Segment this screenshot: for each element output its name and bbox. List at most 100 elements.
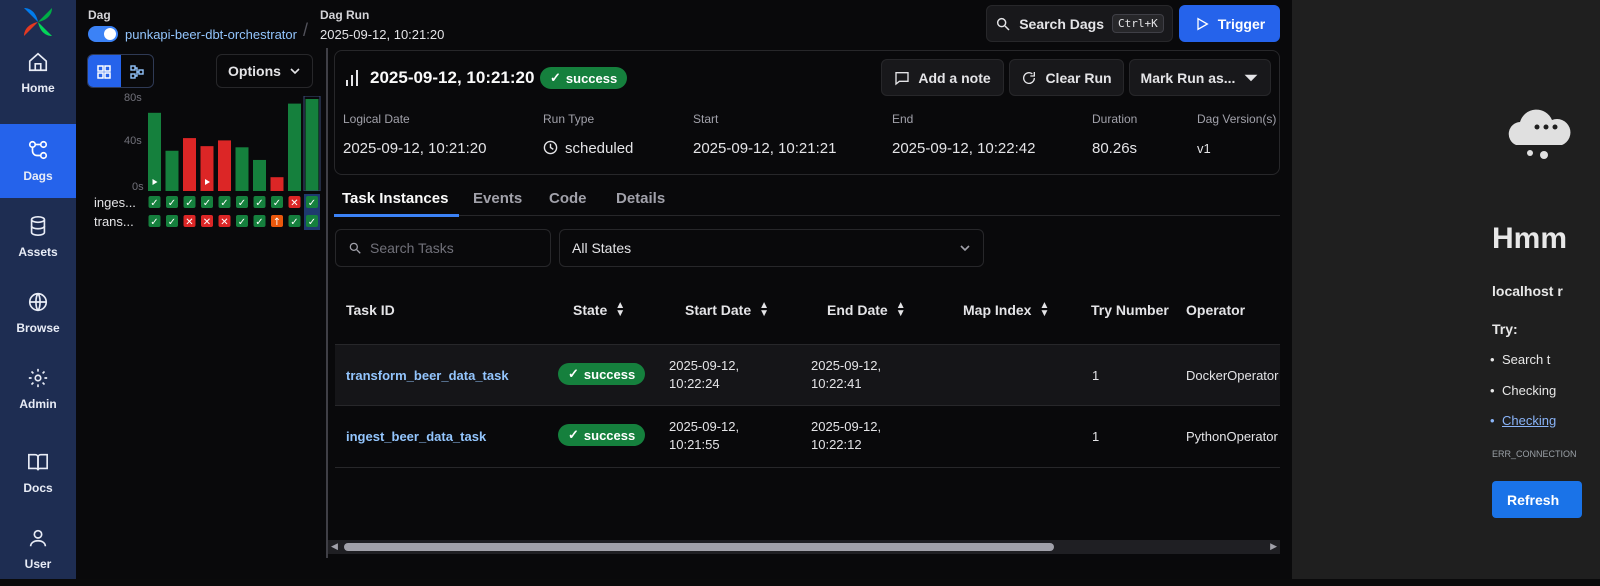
column-header-end-date[interactable]: End Date ▲ ▼ bbox=[827, 301, 906, 319]
start-date-line2: 10:21:55 bbox=[669, 437, 720, 452]
column-header-label: Operator bbox=[1186, 302, 1246, 318]
connection-error-page: Hmm localhost r Try: Search t Checking C… bbox=[1292, 0, 1600, 579]
task-instance-cell[interactable]: ✓ bbox=[166, 215, 178, 228]
nav-dags[interactable]: Dags bbox=[0, 124, 76, 198]
trigger-button[interactable]: Trigger bbox=[1179, 5, 1280, 42]
task-state-grid: ✓ ✓ ✓ ✓ ✓ ✓ ✓ ✓ ✕ ✓ ✓ ✓ ✕ ✕ ✕ ✓ ✓ ↑ ✓ ✓ bbox=[148, 194, 320, 230]
task-instance-cell[interactable]: ✓ bbox=[271, 196, 283, 209]
column-header-start-date[interactable]: Start Date ▲ ▼ bbox=[685, 301, 769, 319]
column-header-task-id[interactable]: Task ID bbox=[346, 302, 395, 318]
nav-browse[interactable]: Browse bbox=[0, 276, 76, 350]
nav-user[interactable]: User bbox=[0, 512, 76, 586]
airflow-logo-icon[interactable] bbox=[20, 4, 56, 40]
task-instance-cell[interactable]: ✓ bbox=[166, 196, 178, 209]
task-instance-cell[interactable]: ✓ bbox=[236, 215, 248, 228]
task-instance-cell[interactable]: ✕ bbox=[288, 196, 301, 209]
dag-pause-toggle[interactable] bbox=[88, 26, 118, 42]
nav-assets-label: Assets bbox=[18, 245, 58, 259]
mark-run-as-button[interactable]: Mark Run as... bbox=[1129, 59, 1271, 96]
graph-icon bbox=[130, 65, 144, 79]
refresh-button[interactable]: Refresh bbox=[1492, 481, 1582, 518]
tab-code[interactable]: Code bbox=[549, 190, 587, 207]
nav-home[interactable]: Home bbox=[0, 36, 76, 110]
panel-resize-handle[interactable] bbox=[326, 48, 328, 558]
task-instance-cell[interactable]: ✓ bbox=[218, 196, 231, 209]
svg-text:✓: ✓ bbox=[203, 198, 211, 209]
nav-home-label: Home bbox=[21, 81, 55, 95]
column-header-map-index[interactable]: Map Index ▲ ▼ bbox=[963, 301, 1049, 319]
meta-dag-version-label: Dag Version(s) bbox=[1197, 112, 1277, 126]
task-label-ingest[interactable]: inges... bbox=[94, 195, 136, 210]
svg-text:✓: ✓ bbox=[308, 217, 316, 228]
run-duration-bar[interactable] bbox=[165, 150, 179, 191]
task-instance-cell[interactable]: ✓ bbox=[201, 196, 213, 209]
table-row[interactable]: ingest_beer_data_task ✓ success 2025-09-1… bbox=[335, 406, 1280, 468]
options-button[interactable]: Options bbox=[216, 54, 313, 88]
task-instance-cell[interactable]: ✓ bbox=[183, 196, 196, 209]
task-instance-cell[interactable]: ✓ bbox=[148, 215, 161, 228]
graph-view-button[interactable] bbox=[121, 55, 154, 87]
grid-view-button[interactable] bbox=[88, 55, 121, 87]
task-instance-cell[interactable]: ✕ bbox=[183, 215, 196, 228]
airflow-app: Home Dags Assets Browse Admin Docs User … bbox=[0, 0, 1290, 579]
meta-duration-value: 80.26s bbox=[1092, 140, 1138, 157]
task-state-badge: ✓ success bbox=[558, 363, 646, 385]
run-duration-bar[interactable] bbox=[270, 177, 284, 191]
add-note-button[interactable]: Add a note bbox=[881, 59, 1004, 96]
run-duration-bar[interactable] bbox=[235, 147, 249, 191]
column-header-operator[interactable]: Operator bbox=[1186, 302, 1245, 318]
task-id-link[interactable]: transform_beer_data_task bbox=[346, 367, 509, 385]
run-duration-bar[interactable] bbox=[288, 103, 301, 191]
duration-bar-chart bbox=[148, 96, 321, 191]
run-duration-bar[interactable] bbox=[305, 99, 319, 191]
suggestion-link[interactable]: Checking bbox=[1490, 413, 1556, 428]
run-duration-bar[interactable] bbox=[253, 159, 266, 191]
run-duration-bar[interactable] bbox=[148, 112, 161, 191]
task-instance-cell[interactable]: ✕ bbox=[218, 215, 231, 228]
horizontal-scrollbar[interactable]: ◀ ▶ bbox=[328, 540, 1280, 554]
search-dags-button[interactable]: Search Dags Ctrl+K bbox=[986, 5, 1173, 42]
search-tasks-input[interactable]: Search Tasks bbox=[335, 229, 551, 267]
operator: DockerOperator bbox=[1186, 368, 1279, 383]
breadcrumb-dag-name[interactable]: punkapi-beer-dbt-orchestrator bbox=[125, 27, 297, 42]
task-instance-cell[interactable]: ✓ bbox=[236, 196, 248, 209]
scroll-right-arrow-icon[interactable]: ▶ bbox=[1270, 541, 1277, 552]
run-duration-bar[interactable] bbox=[183, 138, 196, 191]
task-instance-cell[interactable]: ✓ bbox=[306, 196, 318, 209]
column-header-state[interactable]: State ▲ ▼ bbox=[573, 301, 625, 319]
state-filter-select[interactable]: All States bbox=[559, 229, 984, 267]
task-instance-cell[interactable]: ✕ bbox=[201, 215, 213, 228]
task-instance-cell[interactable]: ✓ bbox=[288, 215, 301, 228]
refresh-icon bbox=[1023, 71, 1036, 84]
start-date-line1: 2025-09-12, bbox=[669, 358, 740, 373]
column-header-label: Try Number bbox=[1091, 302, 1169, 318]
svg-text:✓: ✓ bbox=[168, 198, 176, 209]
nav-assets[interactable]: Assets bbox=[0, 200, 76, 274]
tab-events[interactable]: Events bbox=[473, 190, 522, 207]
nav-docs[interactable]: Docs bbox=[0, 436, 76, 510]
nav-admin[interactable]: Admin bbox=[0, 352, 76, 426]
clear-run-button[interactable]: Clear Run bbox=[1009, 59, 1124, 96]
error-host-text: localhost r bbox=[1492, 283, 1563, 299]
task-instance-cell[interactable]: ✓ bbox=[306, 215, 318, 228]
meta-end-value: 2025-09-12, 10:22:42 bbox=[892, 140, 1036, 157]
task-instance-cell[interactable]: ↑ bbox=[271, 215, 283, 228]
scroll-left-arrow-icon[interactable]: ◀ bbox=[331, 541, 338, 552]
task-instance-cell[interactable]: ✓ bbox=[148, 196, 161, 209]
svg-text:✓: ✓ bbox=[255, 198, 263, 209]
meta-start-label: Start bbox=[693, 112, 719, 126]
task-label-transform[interactable]: trans... bbox=[94, 214, 134, 229]
tab-task-instances[interactable]: Task Instances bbox=[342, 190, 448, 207]
column-header-try-number[interactable]: Try Number bbox=[1091, 302, 1169, 318]
run-duration-bar[interactable] bbox=[218, 140, 231, 191]
table-row[interactable]: transform_beer_data_task ✓ success 2025-0… bbox=[335, 344, 1280, 406]
nav-browse-label: Browse bbox=[16, 321, 60, 335]
task-id-link[interactable]: ingest_beer_data_task bbox=[346, 428, 486, 446]
run-duration-bar[interactable] bbox=[200, 146, 214, 191]
breadcrumb-dag-label: Dag bbox=[88, 8, 111, 22]
task-instance-cell[interactable]: ✓ bbox=[253, 215, 266, 228]
tab-details[interactable]: Details bbox=[616, 190, 665, 207]
scrollbar-thumb[interactable] bbox=[344, 543, 1054, 551]
breadcrumb-run-value[interactable]: 2025-09-12, 10:21:20 bbox=[320, 27, 444, 42]
task-instance-cell[interactable]: ✓ bbox=[253, 196, 266, 209]
